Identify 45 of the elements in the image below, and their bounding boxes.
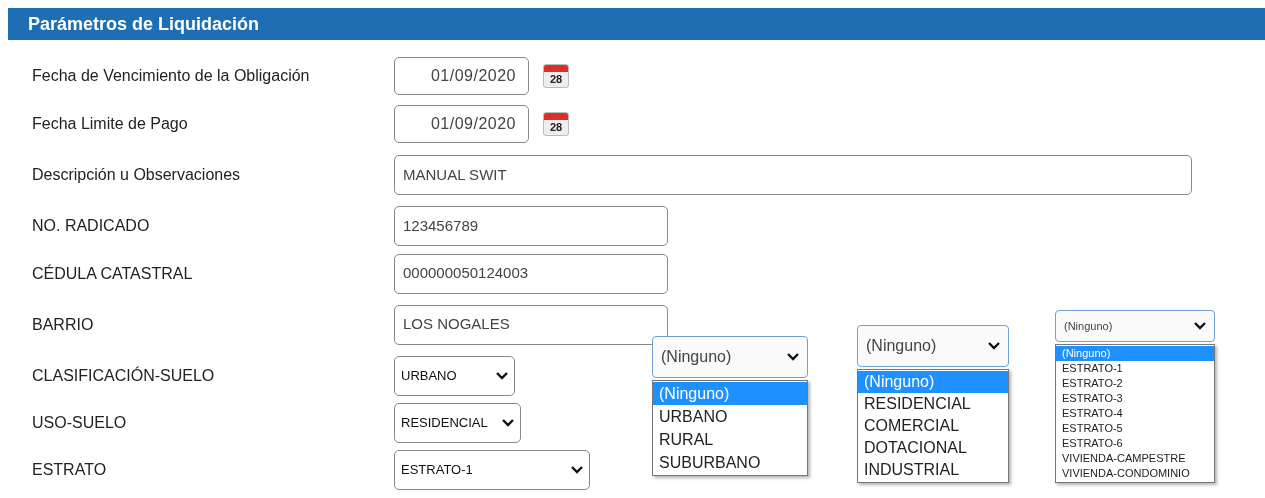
- select-dropdown[interactable]: ESTRATO-1: [394, 450, 590, 490]
- input-field[interactable]: 000000050124003: [394, 253, 668, 294]
- input-field[interactable]: 123456789: [394, 206, 668, 246]
- field-label: CLASIFICACIÓN-SUELO: [32, 365, 216, 386]
- field-label: Fecha de Vencimiento de la Obligación: [32, 66, 311, 86]
- select-dropdown[interactable]: URBANO: [394, 355, 515, 396]
- calendar-icon[interactable]: 28: [543, 112, 569, 136]
- dropdown-option[interactable]: ESTRATO-6: [1056, 436, 1214, 451]
- input-field[interactable]: MANUAL SWIT: [394, 155, 1192, 195]
- dropdown-option[interactable]: ESTRATO-1: [1056, 361, 1214, 376]
- field-label: BARRIO: [32, 314, 95, 335]
- select-dropdown[interactable]: (Ninguno): [857, 325, 1009, 367]
- field-label: NO. RADICADO: [32, 216, 151, 236]
- dropdown-option[interactable]: ESTRATO-4: [1056, 406, 1214, 421]
- calendar-icon[interactable]: 28: [543, 64, 569, 88]
- dropdown-option[interactable]: ESTRATO-3: [1056, 391, 1214, 406]
- dropdown-option[interactable]: ESTRATO-5: [1056, 421, 1214, 436]
- field-label: Descripción u Observaciones: [32, 165, 242, 185]
- date-field[interactable]: 01/09/2020: [394, 105, 529, 143]
- dropdown-option[interactable]: RURAL: [653, 428, 807, 451]
- field-label: CÉDULA CATASTRAL: [32, 263, 194, 284]
- field-label: Fecha Limite de Pago: [32, 114, 189, 134]
- dropdown-option[interactable]: VIVIENDA-CAMPESTRE: [1056, 451, 1214, 466]
- chevron-down-icon: [502, 418, 514, 427]
- dropdown-option[interactable]: SUBURBANO: [653, 451, 807, 474]
- field-label: ESTRATO: [32, 460, 108, 480]
- dropdown-option[interactable]: VIVIENDA-CONDOMINIO: [1056, 466, 1214, 481]
- chevron-down-icon: [571, 466, 583, 474]
- date-field[interactable]: 01/09/2020: [394, 57, 529, 95]
- dropdown-option[interactable]: COMERCIAL: [858, 415, 1008, 437]
- input-field[interactable]: LOS NOGALES: [394, 304, 668, 345]
- dropdown-option[interactable]: RESIDENCIAL: [858, 393, 1008, 415]
- field-label: USO-SUELO: [32, 412, 128, 433]
- chevron-down-icon: [496, 371, 508, 380]
- dropdown-option[interactable]: ESTRATO-2: [1056, 376, 1214, 391]
- select-dropdown[interactable]: (Ninguno): [652, 336, 808, 378]
- select-dropdown[interactable]: RESIDENCIAL: [394, 402, 521, 443]
- dropdown-option[interactable]: DOTACIONAL: [858, 437, 1008, 459]
- dropdown-option[interactable]: URBANO: [653, 405, 807, 428]
- chevron-down-icon: [988, 342, 1000, 350]
- chevron-down-icon: [1194, 322, 1206, 330]
- select-dropdown[interactable]: (Ninguno): [1055, 310, 1215, 342]
- chevron-down-icon: [787, 353, 799, 361]
- dropdown-option[interactable]: INDUSTRIAL: [858, 459, 1008, 481]
- section-header: Parámetros de Liquidación: [8, 8, 1265, 40]
